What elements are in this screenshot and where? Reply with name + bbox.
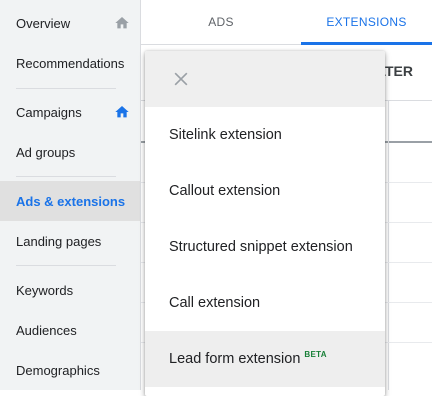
sidebar-item-label: Overview — [16, 15, 71, 31]
tab-label: EXTENSIONS — [326, 15, 407, 29]
sidebar-item-label: Landing pages — [16, 233, 102, 249]
sidebar-item-label: Keywords — [16, 282, 74, 298]
beta-badge: BETA — [304, 349, 327, 359]
tab-extensions[interactable]: EXTENSIONS — [301, 0, 432, 45]
sidebar-item-audiences[interactable]: Audiences — [0, 310, 140, 350]
tab-label: ADS — [208, 15, 234, 29]
sidebar-item-recommendations[interactable]: Recommendations — [0, 43, 140, 83]
sidebar-item-label: Audiences — [16, 322, 77, 338]
sidebar-item-label: Demographics — [16, 362, 100, 378]
sidebar-item-landing-pages[interactable]: Landing pages — [0, 221, 140, 261]
tab-ads[interactable]: ADS — [141, 0, 301, 44]
sidebar-item-label: Recommendations — [16, 55, 125, 71]
menu-item-call-extension[interactable]: Call extension — [145, 275, 385, 331]
sidebar-item-ad-groups[interactable]: Ad groups — [0, 132, 140, 172]
menu-item-lead-form-extension[interactable]: Lead form extension BETA — [145, 331, 385, 387]
tab-bar: ADS EXTENSIONS — [141, 0, 432, 45]
table-column-divider — [388, 100, 389, 390]
sidebar-item-label: Campaigns — [16, 104, 82, 120]
sidebar-item-keywords[interactable]: Keywords — [0, 270, 140, 310]
sidebar-item-campaigns[interactable]: Campaigns — [0, 92, 140, 132]
menu-item-label: Sitelink extension — [169, 127, 282, 143]
menu-item-label: Call extension — [169, 295, 261, 311]
menu-item-label: Lead form extension — [169, 351, 301, 367]
sidebar-item-label: Ad groups — [16, 144, 76, 160]
menu-header — [145, 51, 385, 107]
home-icon — [115, 106, 129, 118]
extension-type-menu: Sitelink extension Callout extension Str… — [145, 51, 385, 396]
sidebar-item-overview[interactable]: Overview — [0, 3, 140, 43]
sidebar-divider — [16, 265, 116, 266]
tab-active-indicator — [301, 42, 432, 45]
sidebar-item-ads-extensions[interactable]: Ads & extensions — [0, 181, 140, 221]
sidebar-item-label: Ads & extensions — [16, 193, 126, 209]
home-icon — [115, 17, 129, 29]
menu-item-structured-snippet-extension[interactable]: Structured snippet extension — [145, 219, 385, 275]
close-icon[interactable] — [171, 69, 191, 89]
menu-item-label: Structured snippet extension — [169, 239, 353, 255]
sidebar-nav: Overview Recommendations Campaigns Ad gr… — [0, 0, 141, 390]
menu-item-label: Callout extension — [169, 183, 281, 199]
sidebar-divider — [16, 88, 116, 89]
sidebar-divider — [16, 176, 116, 177]
menu-item-callout-extension[interactable]: Callout extension — [145, 163, 385, 219]
sidebar-item-demographics[interactable]: Demographics — [0, 350, 140, 390]
menu-item-sitelink-extension[interactable]: Sitelink extension — [145, 107, 385, 163]
